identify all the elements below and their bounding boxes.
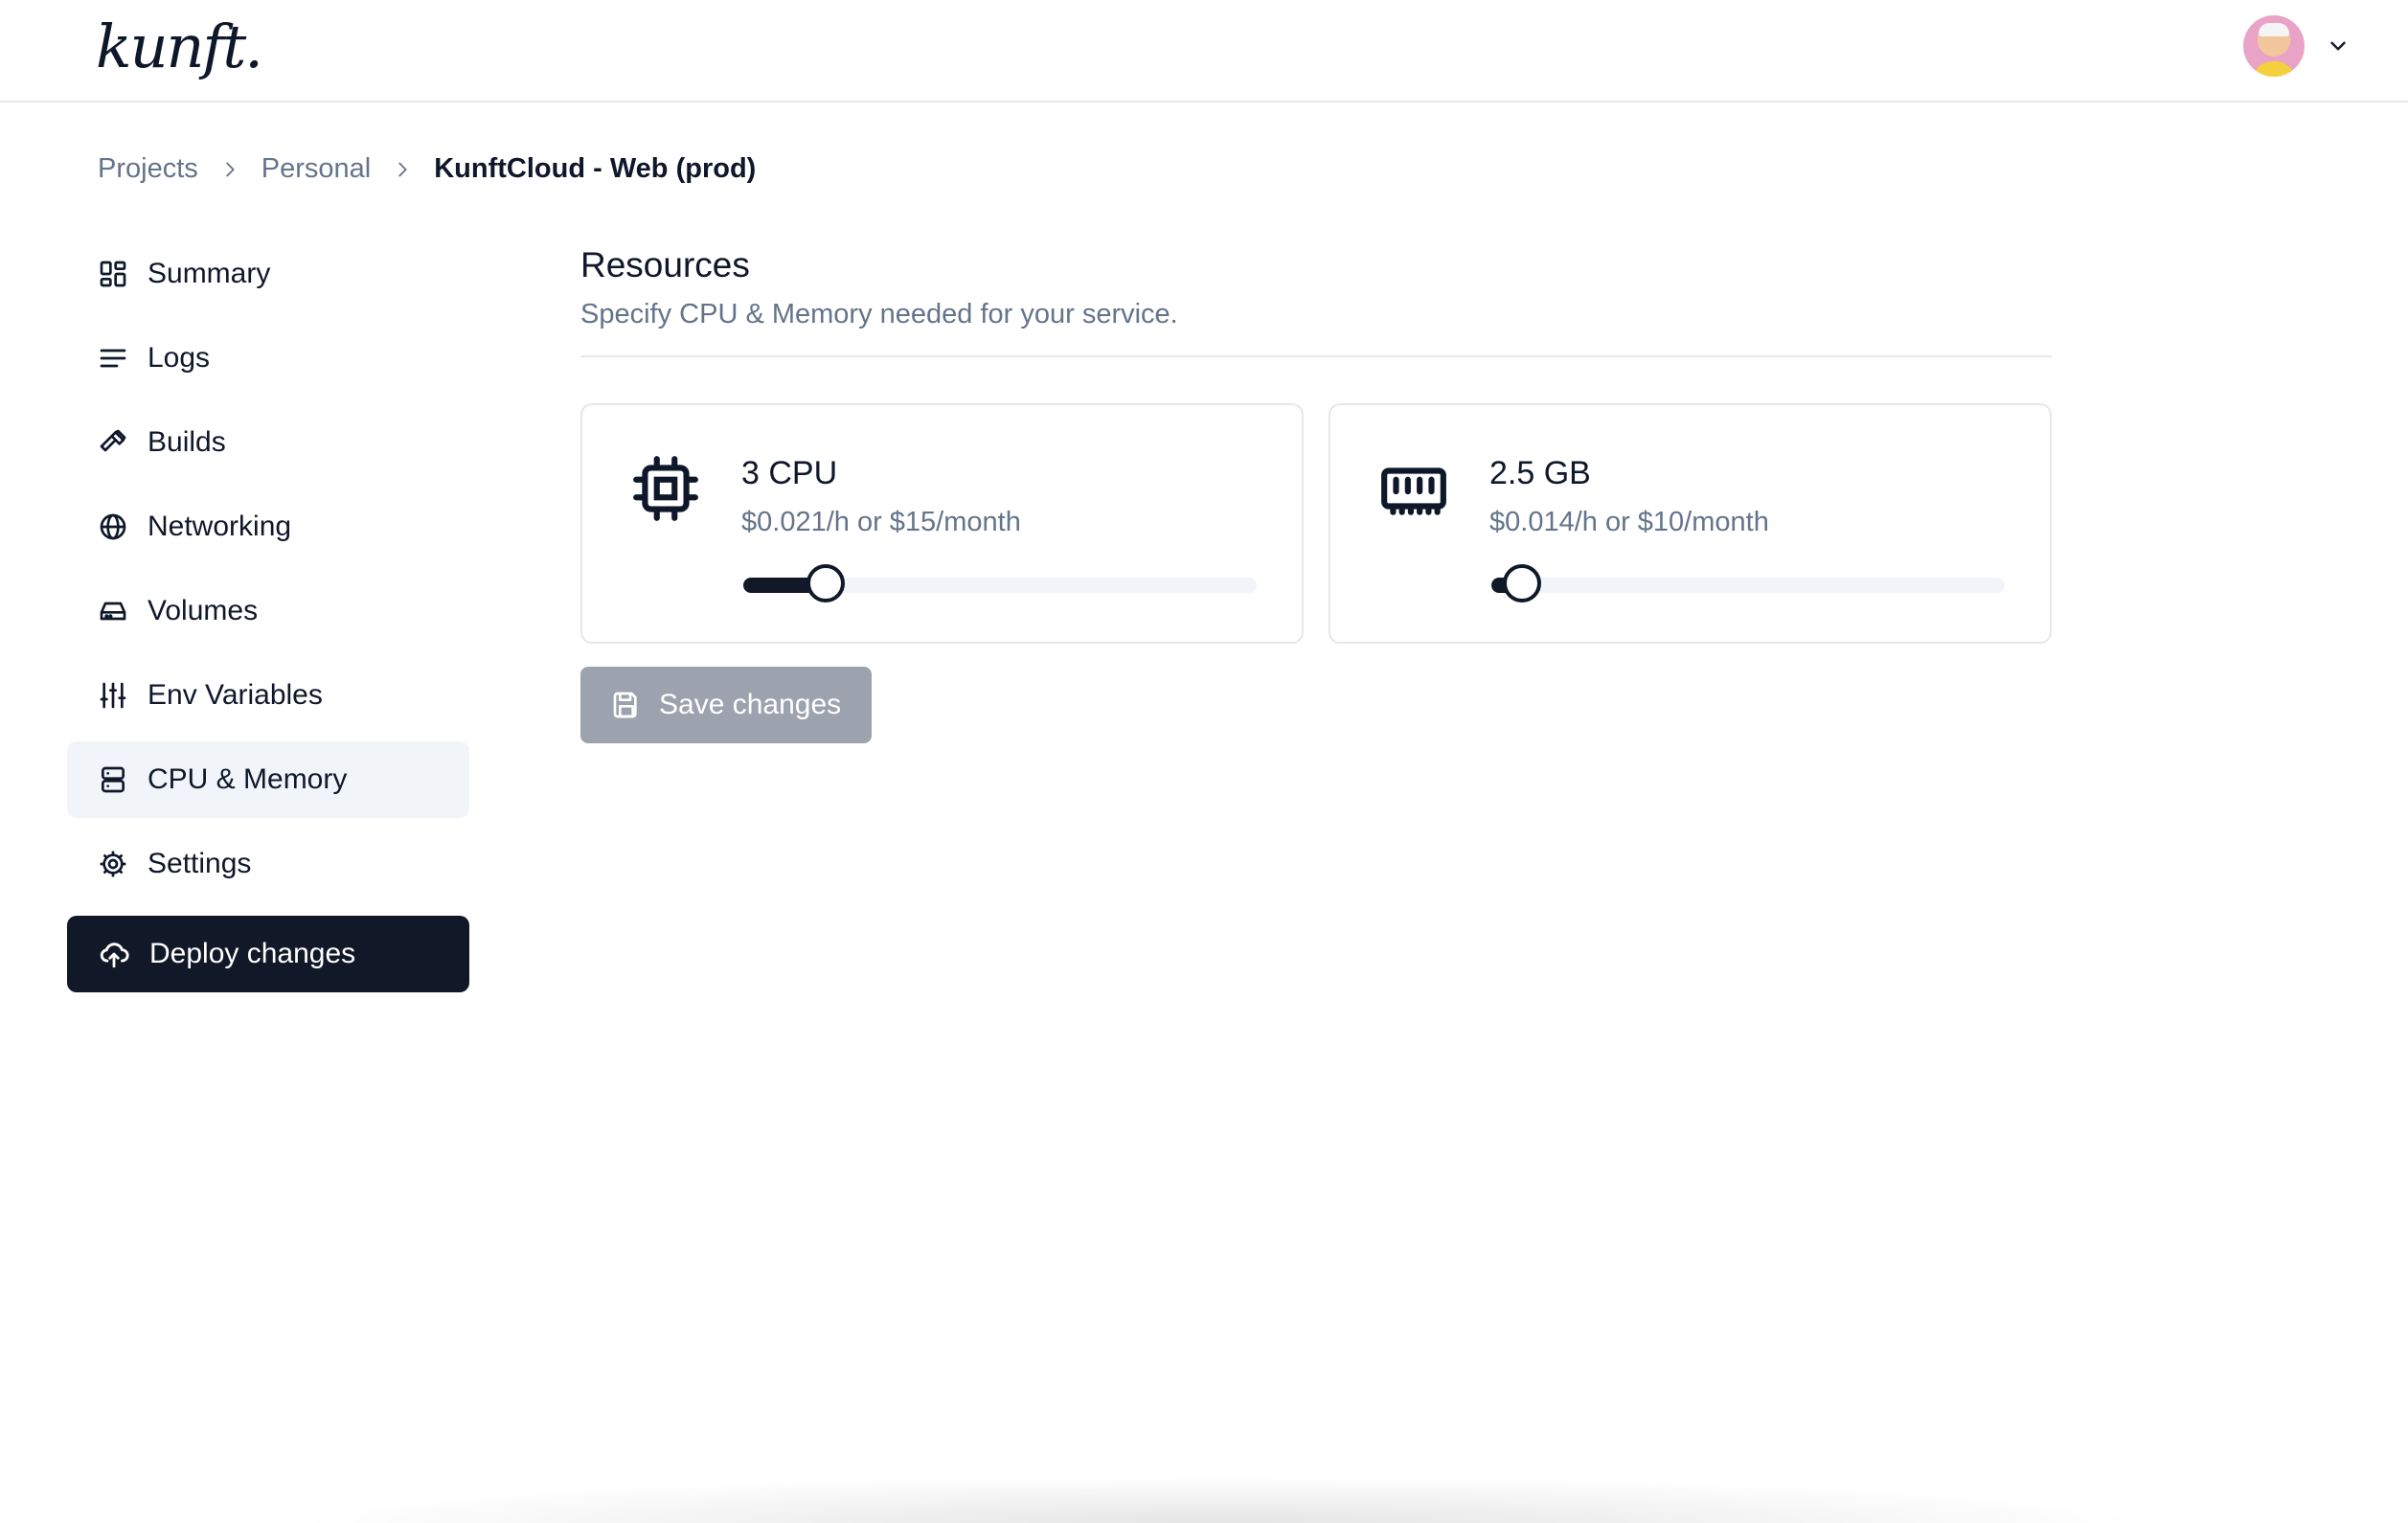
drive-icon (100, 602, 126, 621)
user-menu[interactable] (2243, 15, 2351, 77)
sidebar-item-label: Env Variables (148, 679, 323, 711)
lines-icon (100, 349, 126, 368)
sidebar-item-label: Volumes (148, 595, 259, 626)
cpu-slider[interactable] (743, 564, 1257, 602)
dashboard-icon (100, 261, 126, 287)
floppy-disk-icon (613, 692, 637, 718)
sidebar-item-settings[interactable]: Settings (67, 826, 469, 902)
deploy-changes-button[interactable]: Deploy changes (67, 916, 469, 992)
hammer-icon (100, 429, 126, 452)
cloud-upload-icon (100, 943, 129, 968)
chevron-right-icon (226, 162, 235, 176)
cpu-slider-thumb[interactable] (806, 564, 845, 602)
divider (580, 355, 2052, 357)
cpu-icon (633, 456, 698, 521)
server-icon (102, 766, 125, 793)
sidebar-item-label: Builds (148, 426, 226, 458)
breadcrumb-personal[interactable]: Personal (261, 153, 371, 185)
sidebar-item-label: Logs (148, 342, 211, 374)
save-changes-button[interactable]: Save changes (580, 667, 873, 743)
avatar-hair (2259, 23, 2289, 36)
cpu-amount: 3 CPU (741, 455, 838, 491)
sidebar-item-env-variables[interactable]: Env Variables (67, 657, 469, 734)
chevron-down-icon[interactable] (2326, 34, 2351, 58)
sidebar-item-label: Networking (148, 511, 292, 542)
sidebar-item-cpu-memory[interactable]: CPU & Memory (67, 741, 469, 818)
memory-card: 2.5 GB $0.014/h or $10/month (1329, 403, 2052, 644)
logo[interactable]: kunft. (96, 11, 263, 81)
page-subtitle: Specify CPU & Memory needed for your ser… (580, 299, 1178, 330)
sidebar-item-networking[interactable]: Networking (67, 489, 469, 565)
breadcrumb-projects[interactable]: Projects (98, 153, 198, 185)
memory-slider[interactable] (1491, 564, 2005, 602)
sidebar-nav: Summary Logs Builds Networking Volumes E… (67, 236, 469, 992)
cpu-card: 3 CPU $0.021/h or $15/month (580, 403, 1304, 644)
memory-slider-thumb[interactable] (1503, 564, 1542, 602)
sidebar-item-logs[interactable]: Logs (67, 320, 469, 397)
sidebar-item-volumes[interactable]: Volumes (67, 573, 469, 649)
avatar-shirt (2253, 61, 2295, 77)
save-changes-label: Save changes (659, 689, 842, 720)
memory-amount: 2.5 GB (1489, 455, 1591, 491)
resource-cards: 3 CPU $0.021/h or $15/month 2.5 GB $0.01… (580, 403, 2052, 644)
memory-price: $0.014/h or $10/month (1489, 507, 1769, 537)
gear-icon (100, 851, 126, 877)
cpu-price: $0.021/h or $15/month (741, 507, 1021, 537)
page-title: Resources (580, 245, 750, 284)
avatar[interactable] (2243, 15, 2305, 77)
deploy-changes-label: Deploy changes (149, 938, 356, 969)
chevron-right-icon (398, 162, 407, 176)
sidebar-item-label: Settings (148, 848, 252, 879)
globe-icon (100, 513, 126, 540)
top-header: kunft. (0, 0, 2408, 102)
sliders-icon (100, 682, 126, 709)
sidebar-item-summary[interactable]: Summary (67, 236, 469, 312)
breadcrumb: Projects Personal KunftCloud - Web (prod… (98, 153, 756, 185)
sidebar-item-label: CPU & Memory (148, 763, 348, 795)
sidebar-item-builds[interactable]: Builds (67, 404, 469, 481)
bottom-shadow (287, 1475, 2155, 1523)
main-content: Resources Specify CPU & Memory needed fo… (580, 245, 2052, 743)
memory-icon (1381, 467, 1446, 515)
breadcrumb-current-service: KunftCloud - Web (prod) (434, 153, 757, 184)
sidebar-item-label: Summary (148, 258, 271, 289)
